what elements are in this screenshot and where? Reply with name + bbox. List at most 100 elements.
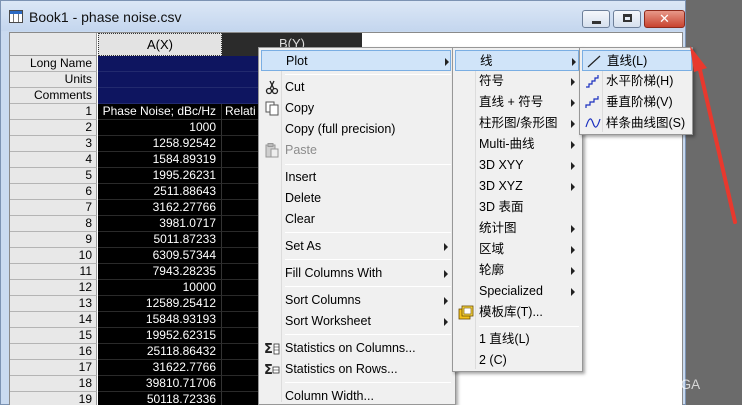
minimize-button[interactable] <box>582 10 610 28</box>
plot-item-statistics[interactable]: 统计图 <box>455 218 580 239</box>
plot-item-3d-xyz[interactable]: 3D XYZ <box>455 176 580 197</box>
menu-item-sort-columns[interactable]: Sort Columns <box>261 290 453 311</box>
row-header[interactable]: 8 <box>10 216 97 232</box>
row-header[interactable]: 19 <box>10 392 97 405</box>
title-bar[interactable]: Book1 - phase noise.csv ✕ <box>1 1 685 31</box>
menu-item-cut[interactable]: Cut <box>261 77 453 98</box>
line-item-horizontal-step[interactable]: 水平阶梯(H) <box>582 71 690 92</box>
cell-column-a[interactable]: 1995.26231 <box>98 168 222 184</box>
menu-item-sort-worksheet[interactable]: Sort Worksheet <box>261 311 453 332</box>
submenu-arrow-icon <box>571 120 575 128</box>
row-header[interactable]: 7 <box>10 200 97 216</box>
line-item-spline[interactable]: 样条曲线图(S) <box>582 113 690 134</box>
menu-separator <box>285 286 451 287</box>
svg-text:Σ: Σ <box>264 363 273 377</box>
select-all-corner[interactable] <box>10 33 97 56</box>
cell-column-a[interactable]: 31622.7766 <box>98 360 222 376</box>
row-header[interactable]: 4 <box>10 152 97 168</box>
row-header[interactable]: 15 <box>10 328 97 344</box>
cell-column-a[interactable]: Phase Noise; dBc/Hz <box>98 104 222 120</box>
cell-column-a[interactable]: 12589.25412 <box>98 296 222 312</box>
row-header[interactable]: 6 <box>10 184 97 200</box>
cell-column-a[interactable]: 15848.93193 <box>98 312 222 328</box>
plot-item-line-symbol[interactable]: 直线 + 符号 <box>455 92 580 113</box>
cell-column-a[interactable]: 3162.27766 <box>98 200 222 216</box>
line-item-straight[interactable]: 直线(L) <box>582 50 692 71</box>
menu-item-delete[interactable]: Delete <box>261 188 453 209</box>
menu-item-insert[interactable]: Insert <box>261 167 453 188</box>
plot-item-recent-2[interactable]: 2 (C) <box>455 350 580 371</box>
plot-item-specialized[interactable]: Specialized <box>455 281 580 302</box>
maximize-button[interactable] <box>613 10 641 28</box>
cell-column-a[interactable]: 39810.71706 <box>98 376 222 392</box>
row-header[interactable]: 2 <box>10 120 97 136</box>
close-icon: ✕ <box>659 11 670 26</box>
line-item-vertical-step[interactable]: 垂直阶梯(V) <box>582 92 690 113</box>
close-button[interactable]: ✕ <box>644 10 685 28</box>
row-header[interactable]: 14 <box>10 312 97 328</box>
submenu-arrow-icon <box>444 243 448 251</box>
plot-item-multi[interactable]: Multi-曲线 <box>455 134 580 155</box>
row-header[interactable]: 9 <box>10 232 97 248</box>
row-header[interactable]: 11 <box>10 264 97 280</box>
plot-item-3d-xyy[interactable]: 3D XYY <box>455 155 580 176</box>
menu-item-label: 3D 表面 <box>479 200 524 214</box>
column-header-a[interactable]: A(X) <box>98 33 222 56</box>
row-header[interactable]: 3 <box>10 136 97 152</box>
cell-column-a[interactable]: 10000 <box>98 280 222 296</box>
cell-column-a[interactable]: 25118.86432 <box>98 344 222 360</box>
submenu-arrow-icon <box>572 58 576 66</box>
menu-item-plot[interactable]: Plot <box>261 50 451 71</box>
cell-column-a[interactable]: 7943.28235 <box>98 264 222 280</box>
menu-item-paste[interactable]: Paste <box>261 140 453 161</box>
row-header[interactable]: 12 <box>10 280 97 296</box>
menu-item-statistics-on-columns[interactable]: Σ Statistics on Columns... <box>261 338 453 359</box>
cell-column-a[interactable]: 1584.89319 <box>98 152 222 168</box>
menu-item-clear[interactable]: Clear <box>261 209 453 230</box>
menu-separator <box>285 74 451 75</box>
menu-item-label: Delete <box>285 191 322 205</box>
plot-item-contour[interactable]: 轮廓 <box>455 260 580 281</box>
row-header[interactable]: 1 <box>10 104 97 120</box>
menu-item-column-width[interactable]: Column Width... <box>261 386 453 405</box>
submenu-arrow-icon <box>571 183 575 191</box>
menu-item-copy[interactable]: Copy <box>261 98 453 119</box>
cell-column-a[interactable]: 1000 <box>98 120 222 136</box>
menu-item-fill-columns-with[interactable]: Fill Columns With <box>261 263 453 284</box>
menu-item-copy-full-precision[interactable]: Copy (full precision) <box>261 119 453 140</box>
cell-column-a[interactable]: 5011.87233 <box>98 232 222 248</box>
plot-item-symbol[interactable]: 符号 <box>455 71 580 92</box>
plot-item-bar[interactable]: 柱形图/条形图 <box>455 113 580 134</box>
comments-label: Comments <box>10 88 97 104</box>
menu-separator <box>285 259 451 260</box>
cell-column-a[interactable]: 3981.0717 <box>98 216 222 232</box>
plot-item-template-library[interactable]: 模板库(T)... <box>455 302 580 323</box>
row-header[interactable]: 16 <box>10 344 97 360</box>
menu-separator <box>479 326 579 327</box>
plot-item-3d-surface[interactable]: 3D 表面 <box>455 197 580 218</box>
submenu-arrow-icon <box>571 225 575 233</box>
menu-item-set-as[interactable]: Set As <box>261 236 453 257</box>
row-header[interactable]: 18 <box>10 376 97 392</box>
menu-item-label: 2 (C) <box>479 353 507 367</box>
row-header[interactable]: 13 <box>10 296 97 312</box>
sigma-icon: Σ <box>264 342 280 356</box>
vertical-step-icon <box>585 96 599 108</box>
cell-column-a[interactable]: 19952.62315 <box>98 328 222 344</box>
row-header[interactable]: 5 <box>10 168 97 184</box>
row-header[interactable]: 10 <box>10 248 97 264</box>
row-header[interactable]: 17 <box>10 360 97 376</box>
minimize-icon <box>592 21 601 24</box>
menu-item-statistics-on-rows[interactable]: Σ Statistics on Rows... <box>261 359 453 380</box>
menu-item-label: 直线 + 符号 <box>479 95 544 109</box>
cell-column-a[interactable]: 50118.72336 <box>98 392 222 405</box>
menu-item-label: 样条曲线图(S) <box>606 116 686 130</box>
cell-column-a[interactable]: 2511.88643 <box>98 184 222 200</box>
plot-item-recent-1[interactable]: 1 直线(L) <box>455 329 580 350</box>
menu-item-label: 模板库(T)... <box>479 305 543 319</box>
menu-item-label: Fill Columns With <box>285 266 383 280</box>
plot-item-area[interactable]: 区域 <box>455 239 580 260</box>
cell-column-a[interactable]: 1258.92542 <box>98 136 222 152</box>
cell-column-a[interactable]: 6309.57344 <box>98 248 222 264</box>
plot-item-line[interactable]: 线 <box>455 50 579 71</box>
